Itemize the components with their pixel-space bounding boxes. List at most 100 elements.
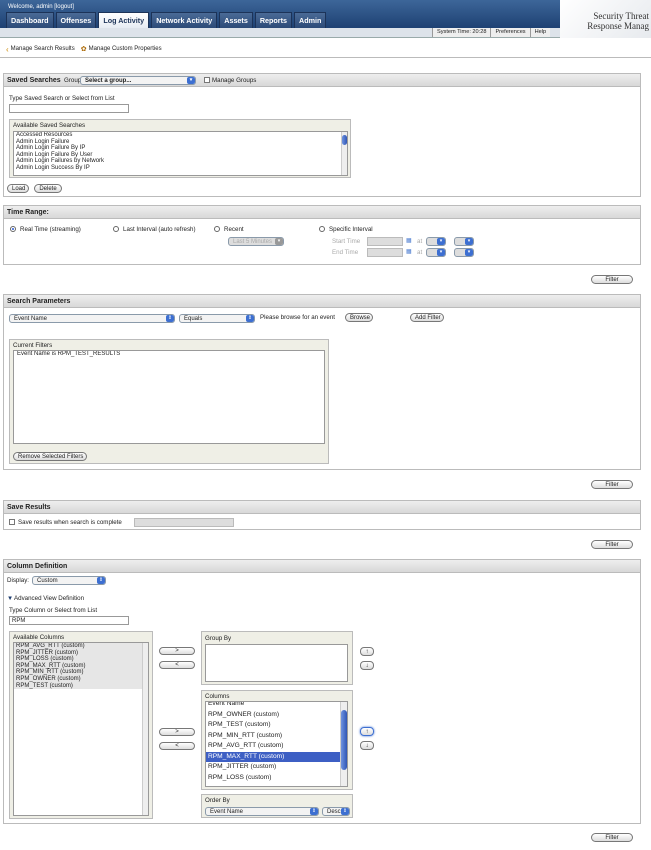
list-item[interactable]: Admin Login Failure <box>14 139 347 146</box>
end-hour-select[interactable]: ▾ <box>426 248 446 257</box>
manage-custom-properties-button[interactable]: ✿ Manage Custom Properties <box>81 45 162 53</box>
order-by-select[interactable]: Event Name ⇕ <box>205 807 319 816</box>
chevron-down-icon: ⇕ <box>246 315 254 322</box>
manage-search-results-button[interactable]: ‹ Manage Search Results <box>6 45 75 54</box>
calendar-icon[interactable]: ▦ <box>406 237 412 244</box>
saved-search-input[interactable] <box>9 104 129 113</box>
list-item[interactable]: RPM_TEST (custom) <box>14 683 148 690</box>
tab-offenses[interactable]: Offenses <box>55 12 97 28</box>
current-filters-list[interactable]: Event Name is RPM_TEST_RESULTS <box>13 350 325 444</box>
filter-button-4[interactable]: Filter <box>591 833 633 842</box>
list-item[interactable]: Admin Login Failures by Network <box>14 158 347 165</box>
manage-groups-link[interactable]: Manage Groups <box>212 74 256 87</box>
end-date-input[interactable] <box>367 248 403 257</box>
available-columns-list[interactable]: RPM_AVG_RTT (custom) RPM_JITTER (custom)… <box>13 642 149 816</box>
list-item[interactable]: RPM_MIN_RTT (custom) <box>206 731 347 742</box>
group-by-list[interactable] <box>205 644 348 682</box>
saved-searches-list[interactable]: Accessed Resources Admin Login Failure A… <box>13 131 348 176</box>
recent-radio[interactable] <box>214 226 220 232</box>
tab-log-activity[interactable]: Log Activity <box>98 12 150 28</box>
chevron-down-icon: ▾ <box>187 77 195 84</box>
add-to-groupby-button[interactable]: > <box>159 647 195 655</box>
list-item[interactable]: Admin Login Failure By User <box>14 152 347 159</box>
list-item[interactable]: RPM_TEST (custom) <box>206 720 347 731</box>
help-link[interactable]: Help <box>529 28 551 37</box>
start-hour-select[interactable]: ▾ <box>426 237 446 246</box>
back-arrow-icon: ‹ <box>6 44 9 54</box>
add-filter-button[interactable]: Add Filter <box>410 313 444 322</box>
list-item[interactable]: Event Name is RPM_TEST_RESULTS <box>14 351 324 358</box>
order-by-value: Event Name <box>210 809 244 815</box>
browse-button[interactable]: Browse <box>345 313 373 322</box>
order-direction-value: Desc <box>327 809 341 815</box>
chevron-down-icon: ⇕ <box>97 577 105 584</box>
load-button[interactable]: Load <box>7 184 29 193</box>
preferences-link[interactable]: Preferences <box>490 28 530 37</box>
welcome-text[interactable]: Welcome, admin [logout] <box>8 4 74 10</box>
columns-list[interactable]: Event Name RPM_OWNER (custom) RPM_TEST (… <box>205 701 348 787</box>
columns-down-button[interactable]: ↓ <box>360 741 374 750</box>
search-parameters-panel: Search Parameters Event Name ⇕ Equals ⇕ … <box>3 294 641 470</box>
tab-network-activity[interactable]: Network Activity <box>151 12 218 28</box>
saved-searches-scrollbar[interactable] <box>341 132 347 175</box>
filter-field-select[interactable]: Event Name ⇕ <box>9 314 175 323</box>
current-filters-box: Current Filters Event Name is RPM_TEST_R… <box>9 339 329 464</box>
order-direction-select[interactable]: Desc ⇕ <box>322 807 350 816</box>
list-item[interactable]: RPM_AVG_RTT (custom) <box>14 643 148 650</box>
list-item[interactable]: RPM_JITTER (custom) <box>14 650 148 657</box>
start-date-input[interactable] <box>367 237 403 246</box>
specific-interval-radio[interactable] <box>319 226 325 232</box>
end-minute-select[interactable]: ▾ <box>454 248 474 257</box>
triangle-down-icon[interactable]: ▼ <box>7 595 13 602</box>
list-item[interactable]: RPM_AVG_RTT (custom) <box>206 741 347 752</box>
scroll-thumb[interactable] <box>342 135 347 145</box>
tab-admin[interactable]: Admin <box>294 12 327 28</box>
scroll-thumb[interactable] <box>341 710 347 770</box>
filter-button-2[interactable]: Filter <box>591 480 633 489</box>
remove-selected-filters-button[interactable]: Remove Selected Filters <box>13 452 87 461</box>
list-item[interactable]: RPM_OWNER (custom) <box>14 676 148 683</box>
available-columns-scrollbar[interactable] <box>142 643 148 815</box>
real-time-radio[interactable] <box>10 226 16 232</box>
list-item[interactable]: RPM_JITTER (custom) <box>206 762 347 773</box>
saved-searches-title: Saved Searches <box>7 77 61 84</box>
tab-assets[interactable]: Assets <box>219 12 253 28</box>
order-by-box: Order By Event Name ⇕ Desc ⇕ <box>201 794 353 818</box>
list-item[interactable]: Admin Login Success By IP <box>14 165 347 172</box>
list-item[interactable]: RPM_LOSS (custom) <box>14 656 148 663</box>
columns-up-button[interactable]: ↑ <box>360 727 374 736</box>
list-item[interactable]: RPM_MIN_RTT (custom) <box>14 669 148 676</box>
advanced-view-link[interactable]: Advanced View Definition <box>14 595 84 602</box>
tab-dashboard[interactable]: Dashboard <box>6 12 54 28</box>
list-item[interactable]: Event Name <box>206 702 347 710</box>
add-to-columns-button[interactable]: > <box>159 728 195 736</box>
group-select[interactable]: Select a group... ▾ <box>80 76 196 85</box>
last-interval-radio[interactable] <box>113 226 119 232</box>
list-item[interactable]: RPM_MAX_RTT (custom) <box>14 663 148 670</box>
tab-reports[interactable]: Reports <box>254 12 292 28</box>
type-column-input[interactable]: RPM <box>9 616 129 625</box>
calendar-icon[interactable]: ▦ <box>406 248 412 255</box>
list-item[interactable]: Accessed Resources <box>14 132 347 139</box>
groupby-down-button[interactable]: ↓ <box>360 661 374 670</box>
groupby-up-button[interactable]: ↑ <box>360 647 374 656</box>
list-item[interactable]: RPM_LOSS (custom) <box>206 773 347 784</box>
top-header: Welcome, admin [logout] Dashboard Offens… <box>0 0 651 38</box>
start-minute-select[interactable]: ▾ <box>454 237 474 246</box>
remove-from-columns-button[interactable]: < <box>159 742 195 750</box>
list-item[interactable]: Admin Login Failure By IP <box>14 145 347 152</box>
operator-select[interactable]: Equals ⇕ <box>179 314 255 323</box>
filter-button-3[interactable]: Filter <box>591 540 633 549</box>
remove-from-groupby-button[interactable]: < <box>159 661 195 669</box>
display-select[interactable]: Custom ⇕ <box>32 576 106 585</box>
real-time-label: Real Time (streaming) <box>20 226 81 233</box>
delete-button[interactable]: Delete <box>34 184 62 193</box>
save-results-checkbox[interactable] <box>9 519 15 525</box>
list-item-selected[interactable]: RPM_MAX_RTT (custom) <box>206 751 347 762</box>
start-time-label: Start Time <box>332 238 361 245</box>
recent-select[interactable]: Last 5 Minutes ▾ <box>228 237 284 246</box>
save-results-name-input[interactable] <box>134 518 234 527</box>
columns-scrollbar[interactable] <box>340 702 347 786</box>
list-item[interactable]: RPM_OWNER (custom) <box>206 710 347 721</box>
filter-button-1[interactable]: Filter <box>591 275 633 284</box>
